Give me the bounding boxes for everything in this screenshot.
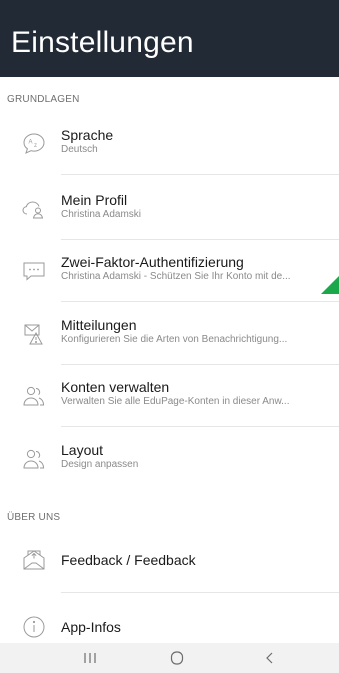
settings-item-notifications[interactable]: Mitteilungen Konfigurieren Sie die Arten… bbox=[0, 310, 339, 364]
settings-item-subtitle: Christina Adamski bbox=[61, 209, 142, 220]
feedback-icon bbox=[21, 547, 47, 573]
divider bbox=[61, 426, 339, 427]
settings-item-title: Layout bbox=[61, 442, 104, 458]
manage-accounts-icon bbox=[21, 383, 47, 409]
info-icon bbox=[21, 614, 47, 640]
divider bbox=[61, 364, 339, 365]
language-icon: A z bbox=[21, 131, 47, 157]
notifications-icon bbox=[21, 321, 47, 347]
divider bbox=[61, 592, 339, 593]
recents-icon[interactable] bbox=[60, 643, 120, 673]
divider bbox=[61, 301, 339, 302]
settings-item-language[interactable]: A z Sprache Deutsch bbox=[0, 120, 339, 174]
back-icon[interactable] bbox=[240, 643, 300, 673]
settings-item-title: App-Infos bbox=[61, 619, 121, 635]
divider bbox=[61, 239, 339, 240]
settings-item-title: Konten verwalten bbox=[61, 379, 170, 395]
settings-item-layout[interactable]: Layout Design anpassen bbox=[0, 435, 339, 489]
svg-text:A: A bbox=[29, 140, 33, 146]
settings-item-title: Mein Profil bbox=[61, 192, 128, 208]
two-factor-icon bbox=[21, 258, 47, 284]
settings-item-title: Feedback / Feedback bbox=[61, 552, 196, 568]
svg-text:z: z bbox=[34, 143, 37, 149]
app-header: Einstellungen bbox=[0, 0, 339, 77]
profile-icon bbox=[21, 196, 47, 222]
settings-item-feedback[interactable]: Feedback / Feedback bbox=[0, 534, 339, 588]
settings-item-title: Sprache bbox=[61, 127, 114, 143]
layout-icon bbox=[21, 446, 47, 472]
section-header-grundlagen: GRUNDLAGEN bbox=[7, 94, 80, 105]
page-title: Einstellungen bbox=[11, 26, 194, 59]
settings-item-manage-accounts[interactable]: Konten verwalten Verwalten Sie alle EduP… bbox=[0, 372, 339, 426]
settings-item-subtitle: Verwalten Sie alle EduPage-Konten in die… bbox=[61, 396, 290, 407]
section-header-ueber-uns: ÜBER UNS bbox=[7, 512, 61, 523]
system-navigation-bar bbox=[0, 643, 339, 673]
settings-item-subtitle: Konfigurieren Sie die Arten von Benachri… bbox=[61, 334, 288, 345]
divider bbox=[61, 174, 339, 175]
fab-corner-indicator bbox=[321, 276, 339, 294]
settings-item-title: Mitteilungen bbox=[61, 317, 137, 333]
settings-item-app-info[interactable]: App-Infos bbox=[0, 601, 339, 643]
settings-item-subtitle: Design anpassen bbox=[61, 459, 139, 470]
settings-item-profile[interactable]: Mein Profil Christina Adamski bbox=[0, 185, 339, 239]
home-icon[interactable] bbox=[147, 643, 207, 673]
settings-item-subtitle: Deutsch bbox=[61, 144, 98, 155]
settings-item-subtitle: Christina Adamski - Schützen Sie Ihr Kon… bbox=[61, 271, 291, 282]
settings-item-title: Zwei-Faktor-Authentifizierung bbox=[61, 254, 244, 270]
settings-item-two-factor[interactable]: Zwei-Faktor-Authentifizierung Christina … bbox=[0, 247, 339, 301]
